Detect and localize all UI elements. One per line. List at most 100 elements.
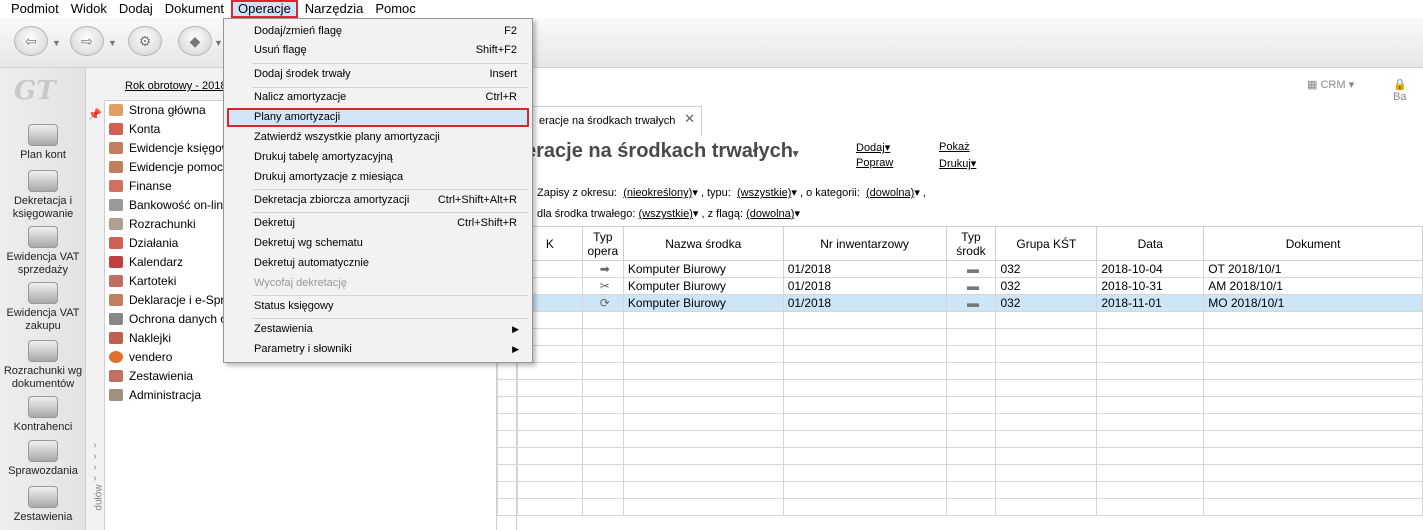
fiscal-year-link[interactable]: Rok obrotowy - 2018 xyxy=(125,80,227,92)
tools-button[interactable]: ⚙ xyxy=(128,26,162,56)
tree-item[interactable]: Ochrona danych o xyxy=(109,310,227,328)
pin-icon[interactable]: 📌 xyxy=(88,108,102,121)
tree-item[interactable]: Deklaracje i e-Spra xyxy=(109,291,231,309)
table-row-empty xyxy=(497,413,1423,431)
column-header-grupa[interactable]: Grupa KŚT xyxy=(995,226,1098,261)
asset-type-icon: ▬ xyxy=(945,277,997,295)
drukuj-link[interactable]: Drukuj▾ xyxy=(939,157,976,170)
menu-item-dodaj-flage[interactable]: Dodaj/zmień flagę F2 xyxy=(227,22,529,41)
tree-item[interactable]: Działania xyxy=(109,234,178,252)
shield-icon xyxy=(109,313,123,325)
tree-item[interactable]: Ewidencje księgow xyxy=(109,139,230,157)
menu-pomoc[interactable]: Pomoc xyxy=(370,0,420,18)
tree-item[interactable]: Finanse xyxy=(109,177,172,195)
module-vat-sprzedazy[interactable]: Ewidencja VAT sprzedaży xyxy=(0,226,86,277)
table-row-selected[interactable]: ⟳ Komputer Biurowy 01/2018 ▬ 032 2018-11… xyxy=(497,294,1423,312)
menu-item-dodaj-srodek[interactable]: Dodaj środek trwały Insert xyxy=(227,65,529,84)
crm-button[interactable]: ▦ CRM ▾ xyxy=(1307,78,1354,91)
coins-stack-icon xyxy=(28,226,58,248)
tag-button[interactable]: ◆ xyxy=(178,26,212,56)
menu-widok[interactable]: Widok xyxy=(66,0,112,18)
module-zestawienia[interactable]: Zestawienia xyxy=(0,486,86,524)
home-icon xyxy=(109,104,123,116)
menu-separator xyxy=(252,318,528,319)
menu-item-plany-amortyzacji[interactable]: Plany amortyzacji xyxy=(227,108,529,127)
column-header-typ-opera[interactable]: Typ opera xyxy=(581,226,624,261)
menu-item-drukuj-amortyzacje[interactable]: Drukuj amortyzacje z miesiąca xyxy=(227,168,529,187)
scissors-icon: ✂ xyxy=(581,277,624,295)
ledger-icon xyxy=(109,142,123,154)
module-kontrahenci[interactable]: Kontrahenci xyxy=(0,396,86,434)
menu-dodaj[interactable]: Dodaj xyxy=(114,0,158,18)
column-header-data[interactable]: Data xyxy=(1096,226,1205,261)
forward-button[interactable]: ⇨ xyxy=(70,26,104,56)
tree-item[interactable]: Zestawienia xyxy=(109,367,193,385)
table-row-empty xyxy=(497,311,1423,329)
module-vat-zakupu[interactable]: Ewidencja VAT zakupu xyxy=(0,282,86,333)
menu-podmiot[interactable]: Podmiot xyxy=(6,0,64,18)
column-header-nr-inw[interactable]: Nr inwentarzowy xyxy=(782,226,947,261)
tree-item[interactable]: Administracja xyxy=(109,386,201,404)
menu-bar: Podmiot Widok Dodaj Dokument Operacje Na… xyxy=(0,0,1423,18)
cards-icon xyxy=(109,275,123,287)
tree-item[interactable]: Strona główna xyxy=(109,101,206,119)
module-rozrachunki[interactable]: Rozrachunki wg dokumentów xyxy=(0,340,86,391)
forward-dropdown-icon[interactable]: ▼ xyxy=(108,38,117,48)
table-row-empty xyxy=(497,430,1423,448)
column-header-dokument[interactable]: Dokument xyxy=(1203,226,1423,261)
back-dropdown-icon[interactable]: ▼ xyxy=(52,38,61,48)
table-row-empty xyxy=(497,498,1423,516)
tree-item[interactable]: Naklejki xyxy=(109,329,171,347)
tree-item[interactable]: vendero xyxy=(109,348,172,366)
menu-item-dekretuj[interactable]: Dekretuj Ctrl+Shift+R xyxy=(227,214,529,233)
menu-item-dekretacja-zbiorcza[interactable]: Dekretacja zbiorcza amortyzacji Ctrl+Shif… xyxy=(227,191,529,210)
menu-item-parametry[interactable]: Parametry i słowniki ▶ xyxy=(227,340,529,359)
column-header-typ-srodk[interactable]: Typ środk xyxy=(945,226,997,261)
back-button[interactable]: ⇦ xyxy=(14,26,48,56)
tree-item[interactable]: Konta xyxy=(109,120,160,138)
menu-narzedzia[interactable]: Narzędzia xyxy=(300,0,369,18)
chevron-down-icon: ▾ xyxy=(792,148,799,160)
page-title[interactable]: eracje na środkach trwałych▾ xyxy=(525,140,798,163)
srodek-filter[interactable]: (wszystkie) xyxy=(639,208,693,220)
menu-item-usun-flage[interactable]: Usuń flagę Shift+F2 xyxy=(227,41,529,60)
tab-operacje[interactable]: eracje na środkach trwałych ✕ xyxy=(526,106,702,136)
menu-item-dekretuj-schemat[interactable]: Dekretuj wg schematu xyxy=(227,234,529,253)
tag-dropdown-icon[interactable]: ▼ xyxy=(214,38,223,48)
menu-separator xyxy=(252,63,528,64)
module-dekretacja[interactable]: Dekretacja i księgowanie xyxy=(0,170,86,221)
menu-item-dekretuj-auto[interactable]: Dekretuj automatycznie xyxy=(227,254,529,273)
menu-operacje[interactable]: Operacje xyxy=(231,0,298,18)
tree-item[interactable]: Kartoteki xyxy=(109,272,176,290)
tree-item[interactable]: Rozrachunki xyxy=(109,215,196,233)
tree-item[interactable]: Kalendarz xyxy=(109,253,183,271)
vendero-icon xyxy=(109,351,123,363)
table-row-empty xyxy=(497,345,1423,363)
module-panel-grip[interactable]: › › › › dułów xyxy=(86,440,104,530)
typ-filter[interactable]: (wszystkie) xyxy=(737,187,791,199)
menu-item-wycofaj: Wycofaj dekretację xyxy=(254,277,347,289)
module-plan-kont[interactable]: Plan kont xyxy=(0,124,86,162)
menu-item-status[interactable]: Status księgowy xyxy=(227,297,529,316)
menu-item-zatwierdz[interactable]: Zatwierdź wszystkie plany amortyzacji xyxy=(227,128,529,147)
menu-dokument[interactable]: Dokument xyxy=(160,0,229,18)
module-bar: GT Plan kont Dekretacja i księgowanie Ew… xyxy=(0,68,86,530)
table-row[interactable]: ➡ Komputer Biurowy 01/2018 ▬ 032 2018-10… xyxy=(497,260,1423,278)
tree-item[interactable]: Ewidencje pomocr xyxy=(109,158,227,176)
module-sprawozdania[interactable]: Sprawozdania xyxy=(0,440,86,478)
close-icon[interactable]: ✕ xyxy=(684,111,695,127)
okres-filter[interactable]: (nieokreślony) xyxy=(623,187,692,199)
menu-item-nalicz[interactable]: Nalicz amortyzacje Ctrl+R xyxy=(227,88,529,107)
menu-item-zestawienia[interactable]: Zestawienia ▶ xyxy=(227,320,529,339)
column-header-nazwa[interactable]: Nazwa środka xyxy=(622,226,784,261)
kategoria-filter[interactable]: (dowolna) xyxy=(866,187,914,199)
tree-item[interactable]: Bankowość on-line xyxy=(109,196,230,214)
actions-icon xyxy=(109,237,123,249)
flaga-filter[interactable]: (dowolna) xyxy=(746,208,794,220)
popraw-link[interactable]: Popraw xyxy=(856,157,893,169)
menu-item-drukuj-tabele[interactable]: Drukuj tabelę amortyzacyjną xyxy=(227,148,529,167)
pokaz-link[interactable]: Pokaż xyxy=(939,141,970,153)
menu-separator xyxy=(252,189,528,190)
table-row[interactable]: ✂ Komputer Biurowy 01/2018 ▬ 032 2018-10… xyxy=(497,277,1423,295)
dodaj-link[interactable]: Dodaj▾ xyxy=(856,141,890,154)
